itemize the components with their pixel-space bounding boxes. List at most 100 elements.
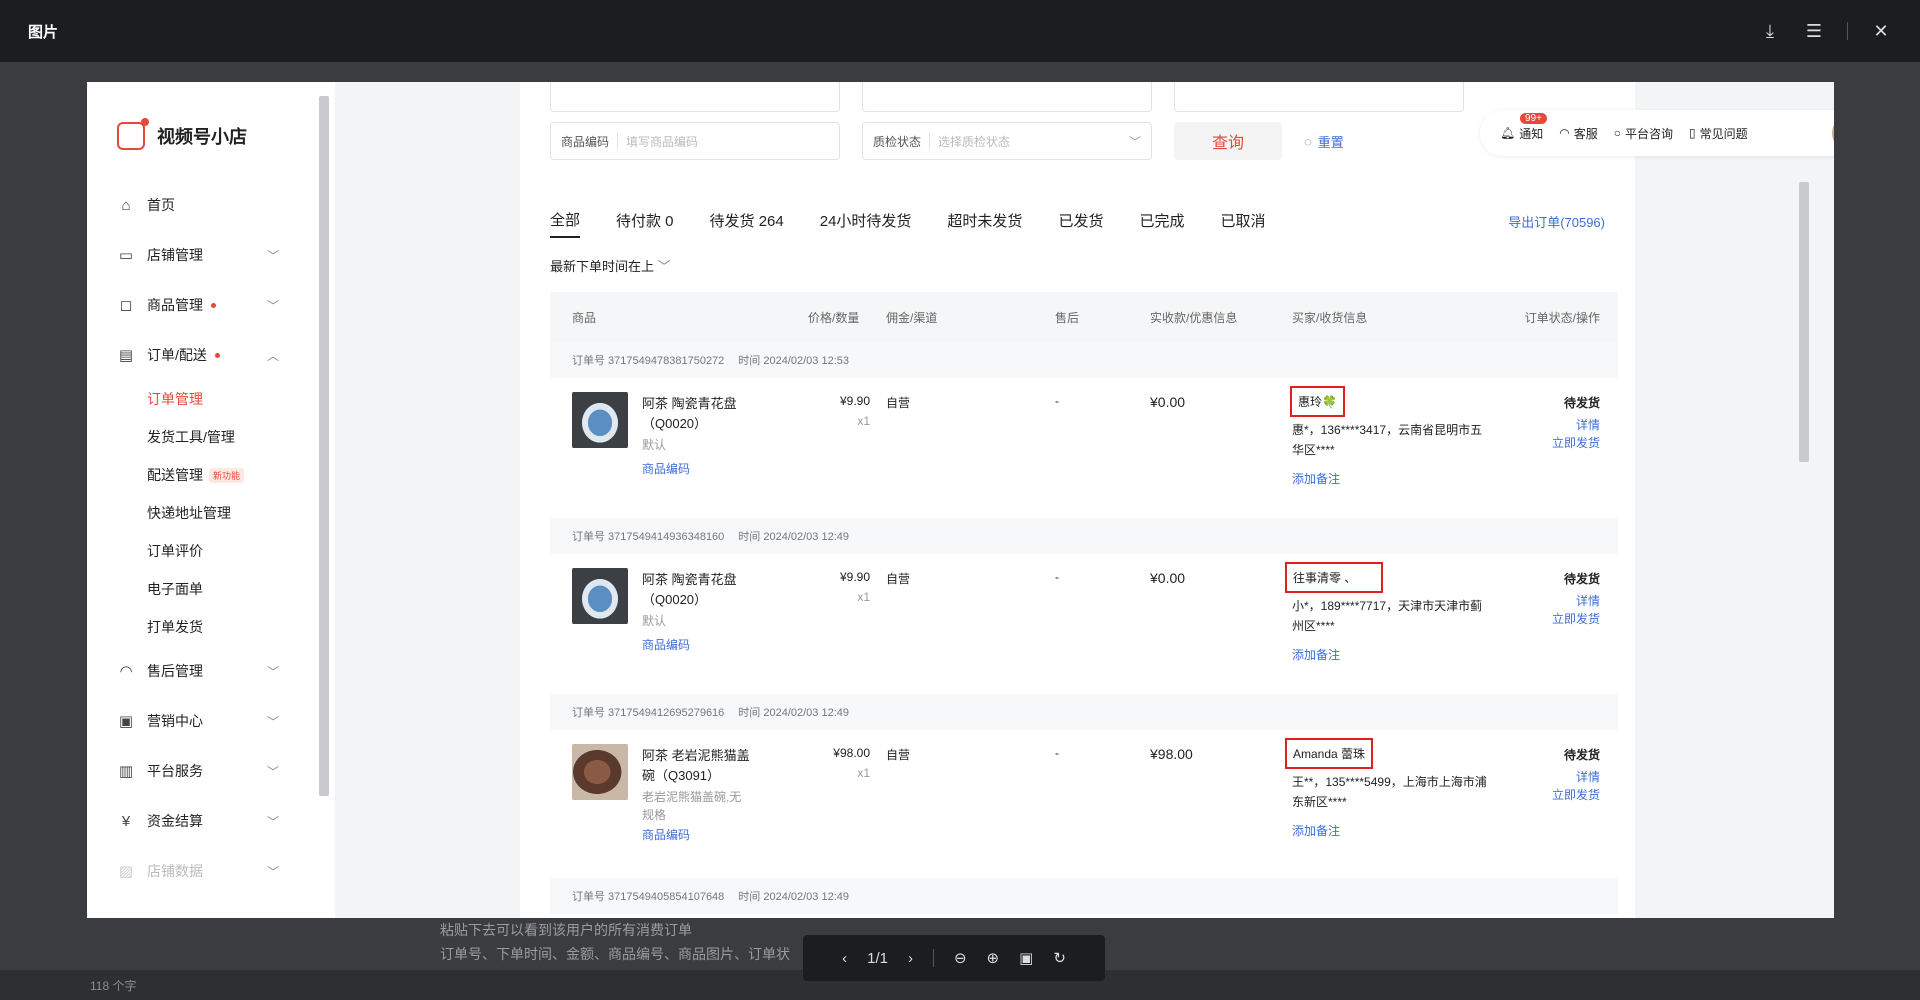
viewer-bottom-controls: ‹ 1/1 › ⊖ ⊕ ▣ ↻ [803, 935, 1105, 981]
notify-button[interactable]: 🔔︎ 通知 99+ [1500, 112, 1547, 142]
zoom-in-icon[interactable]: ⊕ [987, 949, 1000, 967]
chevron-down-icon: ﹀ [266, 664, 279, 679]
sidebar-item-store[interactable]: ▭ 店铺管理 ﹀ [87, 230, 319, 280]
sidebar-item-orders[interactable]: ▤ 订单/配送 ︿ [87, 330, 319, 380]
sidebar-sub-reviews[interactable]: 订单评价 [87, 532, 319, 570]
tab-pending-shipment[interactable]: 待发货 264 [710, 202, 784, 238]
reset-button[interactable]: ◌ 重置 [1304, 122, 1344, 160]
filter-partial-1[interactable] [550, 82, 840, 112]
filter-row-top [550, 82, 1464, 112]
product-code-link[interactable]: 商品编码 [642, 636, 690, 653]
service-button[interactable]: ◠ 客服 [1559, 125, 1598, 142]
sidebar-item-settlement[interactable]: ¥ 资金结算 ﹀ [87, 796, 319, 846]
faq-button[interactable]: ▯ 常见问题 [1689, 125, 1748, 142]
aftersale: - [1055, 570, 1059, 584]
price: ¥98.00 [833, 746, 870, 760]
next-page-icon[interactable]: › [908, 950, 913, 967]
tab-shipped[interactable]: 已发货 [1058, 202, 1103, 238]
quality-status-filter[interactable]: 质检状态 选择质检状态 ﹀ [862, 122, 1152, 160]
tab-pending-payment[interactable]: 待付款 0 [616, 202, 674, 238]
app-logo[interactable]: 视频号小店 [117, 118, 247, 150]
table-row: 阿茶 陶瓷青花盘（Q0020） 默认 商品编码 ¥9.90 x1 自营 - ¥0… [550, 554, 1618, 694]
product-code-link[interactable]: 商品编码 [642, 460, 690, 477]
detail-link[interactable]: 详情 [1576, 768, 1600, 785]
ship-now-link[interactable]: 立即发货 [1552, 786, 1600, 803]
avatar[interactable] [1832, 115, 1834, 151]
close-icon[interactable]: ✕ [1870, 20, 1892, 42]
quality-status-select[interactable]: 选择质检状态 [929, 132, 1010, 150]
sidebar-scrollbar[interactable] [319, 96, 329, 796]
query-button[interactable]: 查询 [1174, 122, 1282, 160]
sidebar-item-goods[interactable]: ◻ 商品管理 ﹀ [87, 280, 319, 330]
product-name[interactable]: 阿茶 陶瓷青花盘（Q0020） [642, 394, 754, 434]
goods-code-input[interactable]: 填写商品编码 [617, 132, 698, 150]
goods-code-filter[interactable]: 商品编码 填写商品编码 [550, 122, 840, 160]
product-thumbnail[interactable] [572, 744, 628, 800]
quantity: x1 [857, 766, 870, 780]
chevron-down-icon: ﹀ [1128, 134, 1141, 149]
bell-icon: 🔔︎ [1500, 126, 1516, 140]
filter-partial-3[interactable] [1174, 82, 1464, 112]
sidebar-sub-address[interactable]: 快递地址管理 [87, 494, 319, 532]
buyer-name[interactable]: Amanda 蕾珠 [1285, 738, 1374, 769]
buyer-name[interactable]: 惠玲🍀 [1290, 386, 1345, 417]
paid-amount: ¥0.00 [1150, 570, 1186, 586]
zoom-out-icon[interactable]: ⊖ [954, 949, 967, 967]
price: ¥9.90 [839, 394, 870, 408]
platform-consult-button[interactable]: ○ 平台咨询 [1614, 125, 1673, 142]
tab-cancelled[interactable]: 已取消 [1220, 202, 1265, 238]
shipping-info: 惠*，136****3417，云南省昆明市五华区**** [1292, 423, 1483, 457]
order-header: 订单号 3717549405854107648 时间 2024/02/03 12… [550, 878, 1618, 914]
paid-amount: ¥0.00 [1150, 394, 1186, 410]
headset-icon: ◠ [1559, 126, 1570, 140]
sidebar-sub-print-ship[interactable]: 打单发货 [87, 608, 319, 646]
product-thumbnail[interactable] [572, 392, 628, 448]
sidebar-sub-waybill[interactable]: 电子面单 [87, 570, 319, 608]
menu-icon[interactable]: ☰ [1803, 20, 1825, 42]
product-thumbnail[interactable] [572, 568, 628, 624]
buyer-name[interactable]: 往事清零 、 [1285, 562, 1383, 593]
channel: 自营 [886, 396, 911, 410]
filter-partial-2[interactable] [862, 82, 1152, 112]
refresh-icon: ◌ [1304, 133, 1312, 149]
chevron-down-icon: ﹀ [266, 764, 279, 779]
shop-logo-icon [117, 118, 149, 150]
download-icon[interactable]: ⤓ [1759, 20, 1781, 42]
document-icon: ▯ [1689, 126, 1696, 140]
detail-link[interactable]: 详情 [1576, 592, 1600, 609]
product-name[interactable]: 阿茶 老岩泥熊猫盖碗（Q3091） [642, 746, 754, 786]
product-name[interactable]: 阿茶 陶瓷青花盘（Q0020） [642, 570, 754, 610]
export-orders-link[interactable]: 导出订单(70596) [1508, 212, 1605, 231]
tab-completed[interactable]: 已完成 [1139, 202, 1184, 238]
sidebar-sub-order-management[interactable]: 订单管理 [87, 380, 319, 418]
sidebar-sub-shipping-tools[interactable]: 发货工具/管理 [87, 418, 319, 456]
product-code-link[interactable]: 商品编码 [642, 826, 690, 843]
tab-overdue[interactable]: 超时未发货 [947, 202, 1022, 238]
rotate-icon[interactable]: ↻ [1053, 949, 1066, 967]
sidebar-sub-delivery[interactable]: 配送管理 新功能 [87, 456, 319, 494]
ship-now-link[interactable]: 立即发货 [1552, 610, 1600, 627]
detail-link[interactable]: 详情 [1576, 416, 1600, 433]
sort-select[interactable]: 最新下单时间在上 ﹀ [550, 256, 671, 275]
main-scrollbar[interactable] [1799, 182, 1809, 462]
sidebar-item-aftersale[interactable]: ◠ 售后管理 ﹀ [87, 646, 319, 696]
sidebar-item-platform[interactable]: ▥ 平台服务 ﹀ [87, 746, 319, 796]
actual-size-icon[interactable]: ▣ [1019, 949, 1033, 967]
image-frame: 视频号小店 ⌂ 首页 ▭ 店铺管理 ﹀ ◻ 商品管理 ﹀ ▤ 订单/配送 ︿ 订… [87, 82, 1834, 918]
add-note-link[interactable]: 添加备注 [1292, 646, 1340, 663]
add-note-link[interactable]: 添加备注 [1292, 822, 1340, 839]
table-row: 阿茶 陶瓷青花盘（Q0020） 默认 商品编码 ¥9.90 x1 自营 - ¥0… [550, 378, 1618, 518]
prev-page-icon[interactable]: ‹ [842, 950, 847, 967]
main-area: 商品编码 填写商品编码 质检状态 选择质检状态 ﹀ 查询 ◌ 重置 全部 待付款… [335, 82, 1834, 918]
sidebar-item-data[interactable]: ▨ 店铺数据 ﹀ [87, 846, 319, 896]
app-name: 视频号小店 [157, 127, 247, 147]
sidebar-item-marketing[interactable]: ▣ 营销中心 ﹀ [87, 696, 319, 746]
sidebar-item-home[interactable]: ⌂ 首页 [87, 180, 319, 230]
ship-now-link[interactable]: 立即发货 [1552, 434, 1600, 451]
paid-amount: ¥98.00 [1150, 746, 1193, 762]
tab-24h-shipment[interactable]: 24小时待发货 [820, 202, 912, 238]
order-status-tabs: 全部 待付款 0 待发货 264 24小时待发货 超时未发货 已发货 已完成 已… [550, 202, 1265, 238]
product-spec: 默认 [642, 614, 667, 628]
tab-all[interactable]: 全部 [550, 202, 581, 238]
add-note-link[interactable]: 添加备注 [1292, 470, 1340, 487]
